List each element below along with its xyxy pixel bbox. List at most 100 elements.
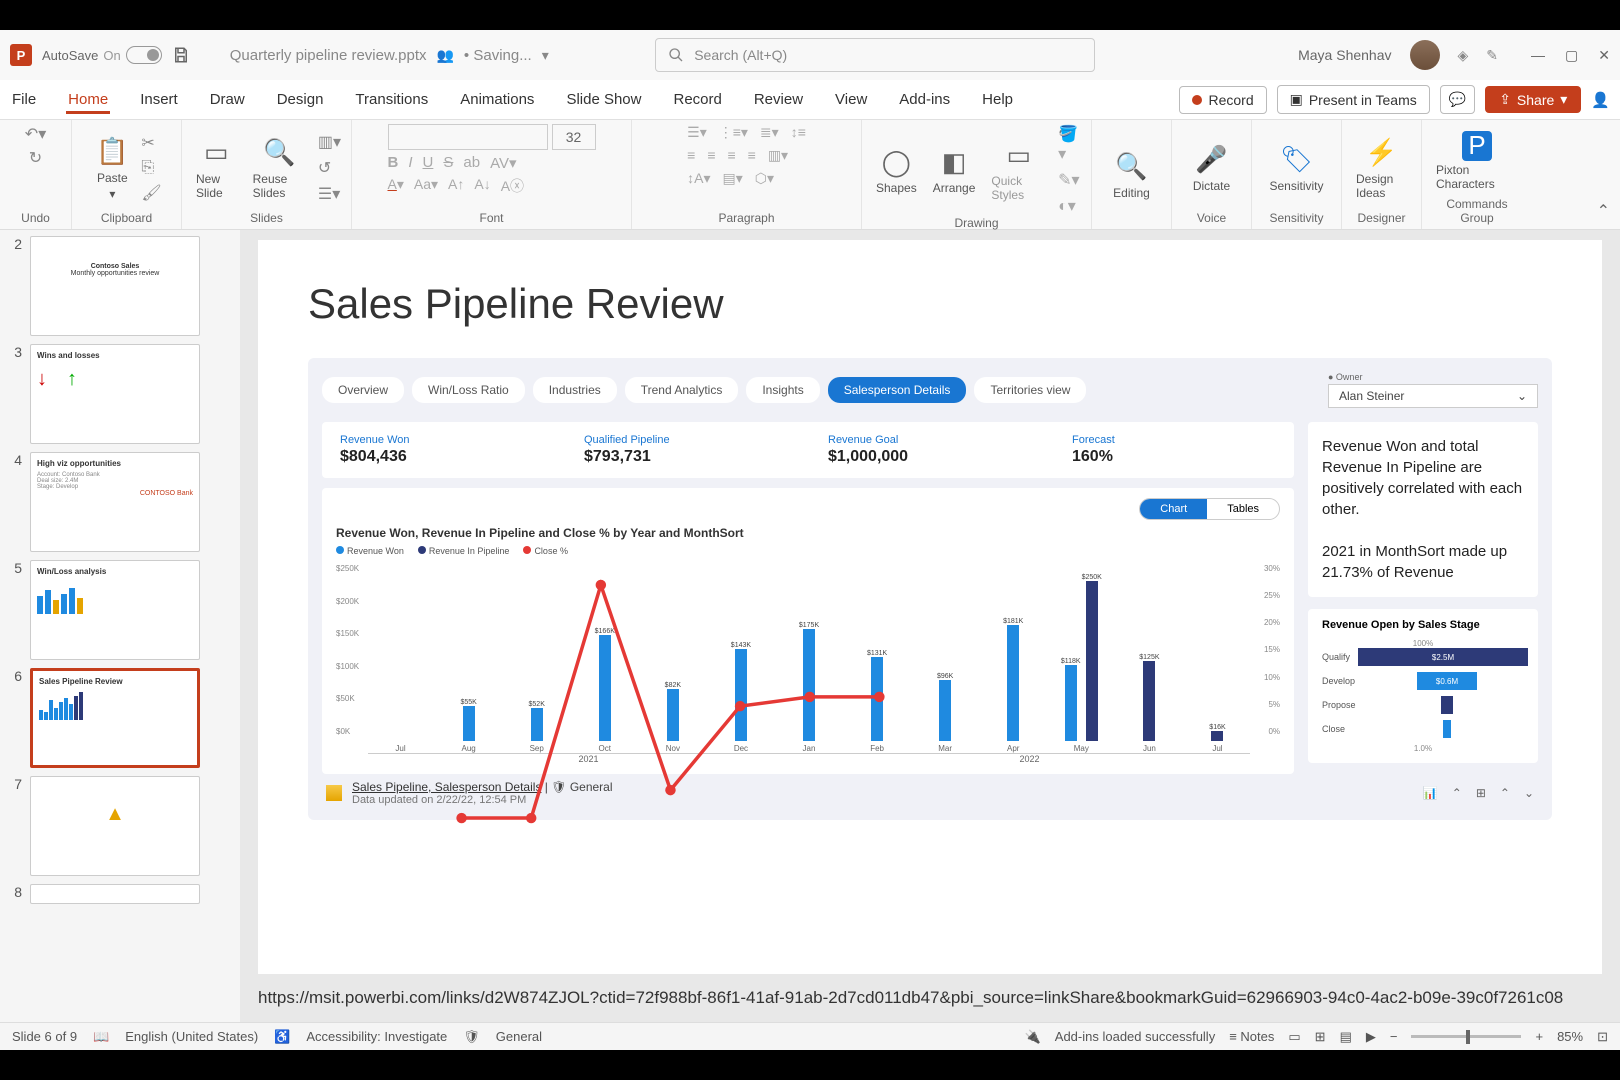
- layout-icon[interactable]: ▥▾: [318, 132, 341, 152]
- chevron-up-icon-2[interactable]: ⌃: [1500, 786, 1510, 800]
- shape-effects-icon[interactable]: ◐▾: [1058, 196, 1081, 216]
- clear-format-icon[interactable]: Aⓧ: [501, 176, 524, 196]
- highlight-button[interactable]: Aa▾: [414, 176, 438, 196]
- sensitivity-button[interactable]: 🏷Sensitivity: [1265, 141, 1327, 195]
- menu-view[interactable]: View: [833, 85, 869, 114]
- avatar[interactable]: [1410, 40, 1440, 70]
- chevron-down-icon-2[interactable]: ⌄: [1524, 786, 1534, 800]
- accessibility-icon[interactable]: ♿: [274, 1029, 290, 1045]
- menu-review[interactable]: Review: [752, 85, 805, 114]
- justify-icon[interactable]: ≡: [748, 147, 756, 164]
- menu-draw[interactable]: Draw: [208, 85, 247, 114]
- paste-button[interactable]: 📋Paste▾: [91, 133, 133, 203]
- thumb-3[interactable]: Wins and losses↓↑: [30, 344, 200, 444]
- present-teams-button[interactable]: ▣Present in Teams: [1277, 85, 1430, 114]
- numbering-button[interactable]: ⋮≡▾: [719, 124, 748, 141]
- tab-trend[interactable]: Trend Analytics: [625, 377, 739, 403]
- arrange-button[interactable]: ◧Arrange: [929, 143, 980, 197]
- menu-insert[interactable]: Insert: [138, 85, 180, 114]
- pen-icon[interactable]: ✎: [1486, 47, 1498, 64]
- collapse-ribbon-icon[interactable]: ⌃: [1597, 201, 1610, 221]
- toggle-pill[interactable]: [126, 46, 162, 64]
- font-size-select[interactable]: 32: [552, 124, 596, 150]
- decrease-font-icon[interactable]: A↓: [474, 176, 490, 196]
- menu-home[interactable]: Home: [66, 85, 110, 114]
- text-direction-icon[interactable]: ↕A▾: [687, 170, 710, 187]
- zoom-out-icon[interactable]: −: [1390, 1029, 1398, 1044]
- design-ideas-button[interactable]: ⚡Design Ideas: [1352, 134, 1411, 202]
- menu-slideshow[interactable]: Slide Show: [564, 85, 643, 114]
- search-input[interactable]: Search (Alt+Q): [655, 38, 1095, 72]
- chevron-up-icon[interactable]: ⌃: [1452, 786, 1462, 800]
- thumb-8[interactable]: [30, 884, 200, 904]
- line-spacing-button[interactable]: ↕≡: [791, 124, 806, 141]
- user-small-icon[interactable]: 👤: [1591, 91, 1610, 109]
- shapes-button[interactable]: ◯Shapes: [872, 143, 921, 197]
- thumb-4[interactable]: High viz opportunitiesAccount: Contoso B…: [30, 452, 200, 552]
- list-level-button[interactable]: ≣▾: [760, 124, 779, 141]
- align-left-icon[interactable]: ≡: [687, 147, 695, 164]
- thumb-6[interactable]: Sales Pipeline Review: [30, 668, 200, 768]
- section-icon[interactable]: ☰▾: [318, 184, 341, 204]
- link-text[interactable]: https://msit.powerbi.com/links/d2W874ZJO…: [258, 984, 1602, 1012]
- share-button[interactable]: ⇪Share▾: [1485, 86, 1581, 113]
- thumb-5[interactable]: Win/Loss analysis: [30, 560, 200, 660]
- minimize-icon[interactable]: —: [1531, 47, 1545, 64]
- bold-button[interactable]: B: [388, 154, 399, 172]
- shape-outline-icon[interactable]: ✎▾: [1058, 170, 1081, 190]
- autosave-toggle[interactable]: AutoSave On: [42, 46, 162, 64]
- increase-font-icon[interactable]: A↑: [448, 176, 464, 196]
- thumb-2[interactable]: Contoso SalesMonthly opportunities revie…: [30, 236, 200, 336]
- menu-animations[interactable]: Animations: [458, 85, 536, 114]
- tab-insights[interactable]: Insights: [746, 377, 819, 403]
- zoom-in-icon[interactable]: +: [1535, 1029, 1543, 1044]
- shadow-button[interactable]: ab: [463, 154, 480, 172]
- chart-view-tab[interactable]: Chart: [1140, 499, 1207, 519]
- chart-icon[interactable]: 📊: [1423, 786, 1438, 800]
- notes-button[interactable]: ≡ Notes: [1229, 1029, 1274, 1044]
- copy-icon[interactable]: ⎘: [141, 159, 161, 177]
- align-right-icon[interactable]: ≡: [727, 147, 735, 164]
- align-center-icon[interactable]: ≡: [707, 147, 715, 164]
- comments-button[interactable]: 💬: [1440, 85, 1475, 114]
- record-button[interactable]: Record: [1179, 86, 1266, 114]
- menu-design[interactable]: Design: [275, 85, 326, 114]
- font-color-button[interactable]: A▾: [388, 176, 404, 196]
- menu-file[interactable]: File: [10, 85, 38, 114]
- reuse-slides-button[interactable]: 🔍Reuse Slides: [249, 134, 310, 202]
- bullets-button[interactable]: ☰▾: [687, 124, 707, 141]
- reading-view-icon[interactable]: ▤: [1340, 1029, 1352, 1045]
- smartart-icon[interactable]: ⬡▾: [755, 170, 774, 187]
- fit-window-icon[interactable]: ⊡: [1597, 1029, 1608, 1045]
- zoom-slider[interactable]: [1411, 1035, 1521, 1038]
- zoom-level[interactable]: 85%: [1557, 1029, 1583, 1044]
- sorter-view-icon[interactable]: ⊞: [1315, 1029, 1326, 1045]
- normal-view-icon[interactable]: ▭: [1288, 1029, 1300, 1045]
- undo-icon[interactable]: ↶▾: [25, 124, 46, 144]
- menu-help[interactable]: Help: [980, 85, 1015, 114]
- font-family-select[interactable]: [388, 124, 548, 150]
- owner-select[interactable]: Alan Steiner⌄: [1328, 384, 1538, 408]
- strike-button[interactable]: S: [443, 154, 453, 172]
- editing-button[interactable]: 🔍Editing: [1109, 148, 1154, 202]
- underline-button[interactable]: U: [423, 154, 434, 172]
- new-slide-button[interactable]: ▭New Slide: [192, 134, 241, 202]
- cut-icon[interactable]: ✂: [141, 133, 161, 153]
- menu-transitions[interactable]: Transitions: [353, 85, 430, 114]
- maximize-icon[interactable]: ▢: [1565, 47, 1578, 64]
- tab-salesperson[interactable]: Salesperson Details: [828, 377, 967, 403]
- language[interactable]: English (United States): [125, 1029, 258, 1044]
- columns-icon[interactable]: ▥▾: [768, 147, 788, 164]
- align-text-icon[interactable]: ▤▾: [723, 170, 743, 187]
- grid-icon[interactable]: ⊞: [1476, 786, 1486, 800]
- save-icon[interactable]: [172, 46, 190, 64]
- thumb-7[interactable]: ▲: [30, 776, 200, 876]
- format-painter-icon[interactable]: 🖌: [141, 183, 161, 203]
- reset-icon[interactable]: ↺: [318, 158, 341, 178]
- pixton-button[interactable]: PPixton Characters: [1432, 129, 1522, 193]
- italic-button[interactable]: I: [408, 154, 412, 172]
- shape-fill-icon[interactable]: 🪣▾: [1058, 124, 1081, 164]
- slide-canvas[interactable]: Sales Pipeline Review Overview Win/Loss …: [258, 240, 1602, 974]
- menu-addins[interactable]: Add-ins: [897, 85, 952, 114]
- report-link[interactable]: Sales Pipeline, Salesperson Details: [352, 780, 541, 794]
